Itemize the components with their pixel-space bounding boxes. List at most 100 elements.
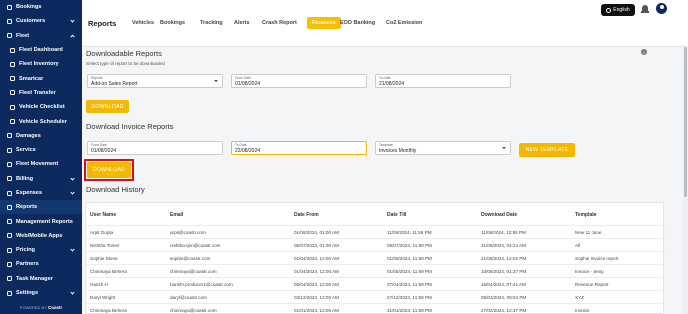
table-cell: 09/07/2023, 11:59 PM [387,243,432,248]
download-history-table: User Name Email Date From Date Till Download… [85,202,665,314]
column-header[interactable]: Email [170,212,290,218]
sidebar-item-fleet-movement[interactable]: Fleet Movement [0,157,82,171]
sidebar-item-label: Fleet Movement [16,161,59,168]
powered-brand: Coastr [47,305,63,310]
table-row[interactable]: Daryl Wright daryl@coastr.com 03/12/2023, … [86,290,665,304]
sidebar-item-management-reports[interactable]: Management Reports [0,214,82,228]
sidebar-item-partners[interactable]: Partners [0,257,82,271]
table-cell: 01/04/2024, 12:00 AM [294,269,339,274]
sidebar-item-label: Service [16,147,36,154]
sidebar-item-vehicle-checklist[interactable]: Vehicle Checklist [0,100,82,114]
table-cell: chinmaya@coastr.com [170,269,217,274]
table-cell: sophie@coastr.com [170,256,211,261]
table-row[interactable]: Sophie Stone sophie@coastr.com 01/04/2024,… [86,251,665,265]
sidebar-item-label: Customers [16,18,46,25]
sidebar-item-fleet-inventory[interactable]: Fleet Inventory [0,57,82,71]
sidebar-item-label: Expenses [16,190,43,196]
column-header[interactable]: Date From [294,212,384,218]
tab-eod-banking[interactable]: EOD Banking [340,20,375,26]
column-header[interactable]: User Name [90,212,168,218]
table-cell: Chinmaya Behera [90,269,127,274]
table-cell: 01/05/2024, 11:59 PM [387,269,432,274]
table-cell: Arpit Gupta [90,230,114,235]
sidebar-item-damages[interactable]: Damages [0,129,82,143]
sidebar-item-label: Fleet Dashboard [19,47,63,54]
report-type-select[interactable]: Reports Add-on Sales Report [87,74,223,88]
to-date-input[interactable]: To Date 21/08/2024 [375,74,511,88]
language-button[interactable]: English [601,4,635,16]
table-row[interactable]: Nishtha Tomer nishtha+jen@coastr.com 05/07… [86,238,665,252]
table-cell: Sophie Invoice report [575,256,619,261]
sidebar-item-fleet[interactable]: Fleet [0,29,82,43]
dashboard-icon [9,47,15,53]
table-cell: daryl@coastr.com [170,295,207,300]
tab-alerts[interactable]: Alerts [234,20,250,26]
from-date-input[interactable]: From Date 01/08/2024 [231,74,367,88]
pricing-icon [6,247,12,253]
sidebar-item-label: Smartcar [19,75,44,82]
table-row[interactable]: Chinmaya Behera chinmaya@coastr.com 01/01/… [86,303,665,314]
sidebar-item-vehicle-scheduler[interactable]: Vehicle Scheduler [0,114,82,128]
new-template-button[interactable]: NEW TEMPLATE [519,143,575,157]
smartcar-icon [9,76,15,82]
invoice-reports-title: Download Invoice Reports [86,122,174,131]
table-cell: 01/05/2024, 11:59 PM [387,256,432,261]
sidebar-item-reports[interactable]: Reports [0,200,82,215]
download-invoice-button[interactable]: DOWNLOAD [87,162,131,178]
users-icon [6,18,12,24]
sidebar-item-billing[interactable]: Billing [0,172,82,186]
column-header[interactable]: Date Till [387,212,477,218]
from-date-label: From Date [235,76,252,80]
table-row[interactable]: Harish H harish+producer1@coastr.com 05/04… [86,277,665,291]
sidebar-item-label: Fleet Inventory [19,61,59,68]
sidebar-item-smartcar[interactable]: Smartcar [0,71,82,85]
sidebar-item-label: Vehicle Scheduler [19,118,67,125]
sidebar-item-web-mobile-apps[interactable]: Web/Mobile Apps [0,229,82,243]
table-cell: Revenue Report [575,282,609,287]
sidebar-item-service[interactable]: Service [0,143,82,157]
invoice-to-date-input[interactable]: To Date 22/08/2024 [231,141,367,155]
chevron-down-icon [70,290,75,295]
download-report-button[interactable]: DOWNLOAD [86,100,129,113]
chevron-down-icon [70,18,75,23]
sidebar-item-label: Web/Mobile Apps [16,232,63,239]
sidebar-item-fleet-transfer[interactable]: Fleet Transfer [0,86,82,100]
sidebar-item-bookings[interactable]: Bookings [0,0,82,14]
page-scrollbar[interactable] [683,47,688,314]
column-header[interactable]: Template [575,212,663,218]
chevron-down-icon [70,247,75,252]
sidebar-item-label: Management Reports [16,218,73,225]
partners-icon [6,261,12,267]
sidebar-item-task-manager[interactable]: Task Manager [0,272,82,286]
table-row[interactable]: Arpit Gupta arpit@coastr.com 01/06/2024, 0… [86,225,665,239]
sidebar-item-label: Billing [16,175,34,182]
sidebar-item-customers[interactable]: Customers [0,14,82,28]
user-avatar-icon[interactable] [656,3,667,14]
info-icon[interactable]: i [641,49,647,55]
tab-tracking[interactable]: Tracking [200,20,223,26]
scrollbar-thumb[interactable] [684,47,687,197]
table-cell: 31/05/2024, 04:24 AM [481,243,526,248]
column-header[interactable]: Download Date [481,212,573,218]
reports-icon [6,204,12,210]
invoice-from-date-label: From Date [91,143,108,147]
tab-finances[interactable]: Finances [307,17,341,29]
to-date-value: 21/08/2024 [379,81,405,87]
tab-crash-report[interactable]: Crash Report [262,20,297,26]
sidebar-item-pricing[interactable]: Pricing [0,243,82,257]
sidebar-item-fleet-dashboard[interactable]: Fleet Dashboard [0,43,82,57]
template-select[interactable]: Template Invoices Monthly [375,141,511,155]
tab-co2-emission[interactable]: Co2 Emission [386,20,422,26]
gear-icon [6,290,12,296]
table-row[interactable]: Chinmaya Behera chinmaya@coastr.com 01/04/… [86,264,665,278]
sidebar-item-label: Pricing [16,247,35,254]
invoice-from-date-input[interactable]: From Date 01/08/2024 [87,141,223,155]
sidebar-item-expenses[interactable]: Expenses [0,186,82,200]
page-title: Reports [88,19,117,28]
table-cell: 11/06/2024, 12:55 PM [481,230,526,235]
notification-bell-icon[interactable] [640,3,650,15]
tab-vehicles[interactable]: Vehicles [132,20,154,26]
sidebar-item-settings[interactable]: Settings [0,286,82,300]
tab-bookings[interactable]: Bookings [160,20,185,26]
invoice-to-date-label: To Date [235,143,247,147]
